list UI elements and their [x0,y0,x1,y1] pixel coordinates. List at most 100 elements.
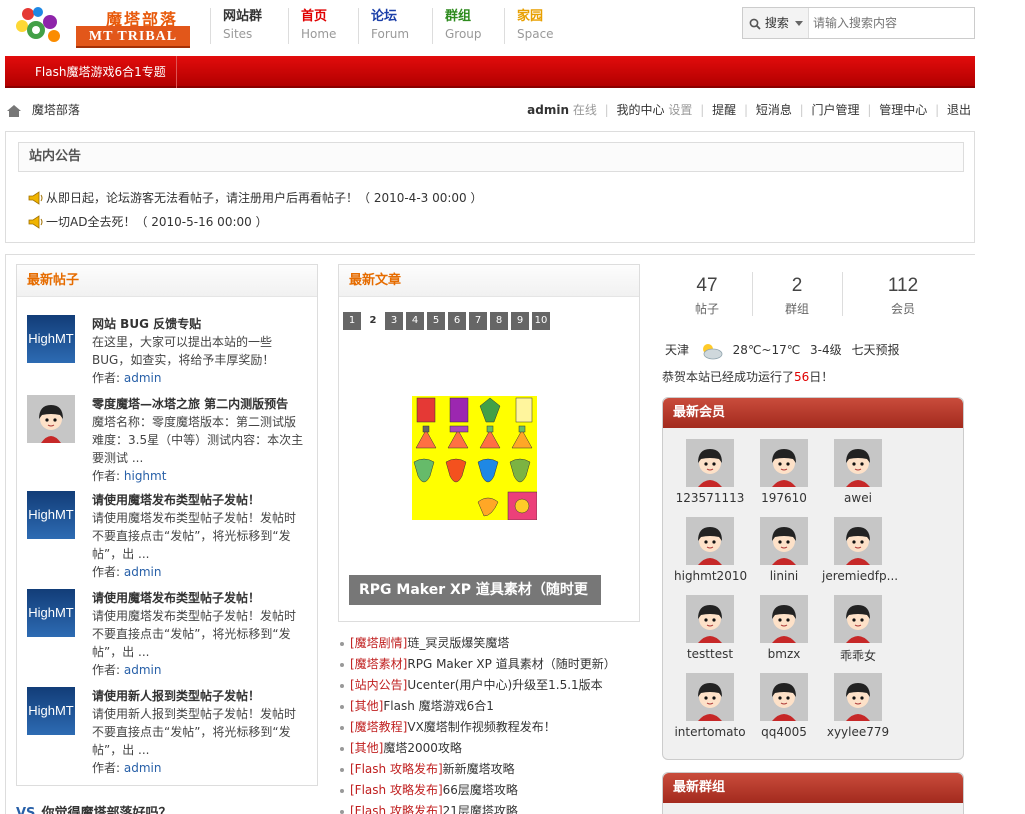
article-category[interactable]: [其他] [350,699,383,713]
member-item[interactable]: qq4005 [748,673,820,739]
article-category[interactable]: [Flash 攻略发布] [350,783,443,797]
member-item[interactable]: bmzx [748,595,820,661]
post-author-link[interactable]: admin [124,565,162,579]
girl-avatar-icon[interactable] [27,395,75,443]
article-category[interactable]: [魔塔素材] [350,657,407,671]
member-name[interactable]: linini [748,569,820,583]
member-name[interactable]: jeremiedfp... [822,569,898,583]
article-title[interactable]: 琏_冥灵版爆笑魔塔 [407,636,509,650]
article-category[interactable]: [魔塔教程] [350,720,407,734]
article-item[interactable]: [魔塔剧情]琏_冥灵版爆笑魔塔 [340,634,509,651]
post-avatar[interactable]: HighMT [27,589,75,637]
nav-forum[interactable]: 论坛 Forum [358,8,436,44]
post-avatar[interactable]: HighMT [27,491,75,539]
post-author-link[interactable]: admin [124,663,162,677]
article-item[interactable]: [魔塔教程]VX魔塔制作视频教程发布！ [340,718,556,735]
page-button[interactable]: 6 [448,312,466,330]
member-name[interactable]: xyylee779 [822,725,894,739]
member-name[interactable]: awei [822,491,894,505]
logout-link[interactable]: 退出 [947,100,971,120]
username-link[interactable]: admin [527,100,569,120]
article-title[interactable]: RPG Maker XP 道具素材（随时更新） [407,657,615,671]
article-title[interactable]: Ucenter(用户中心)升级至1.5.1版本 [407,678,602,692]
settings-link[interactable]: 设置 [668,100,692,120]
member-item[interactable]: linini [748,517,820,583]
article-item[interactable]: [站内公告]Ucenter(用户中心)升级至1.5.1版本 [340,676,603,693]
member-name[interactable]: qq4005 [748,725,820,739]
member-item[interactable]: 123571113 [674,439,746,505]
post-author-link[interactable]: highmt [124,469,167,483]
redbar-topic-link[interactable]: Flash魔塔游戏6合1专题 [25,56,177,88]
page-button[interactable]: 4 [406,312,424,330]
article-item[interactable]: [其他]Flash 魔塔游戏6合1 [340,697,494,714]
article-title[interactable]: VX魔塔制作视频教程发布！ [407,720,555,734]
post-author-link[interactable]: admin [124,761,162,775]
member-item[interactable]: 197610 [748,439,820,505]
search-type-dropdown[interactable]: 搜索 [743,8,809,38]
page-button[interactable]: 8 [490,312,508,330]
post-title[interactable]: 请使用新人报到类型帖子发帖！ [92,687,260,704]
article-item[interactable]: [其他]魔塔2000攻略 [340,739,462,756]
poll-title[interactable]: VS 你觉得魔塔部落好吗？ [16,802,171,814]
member-name[interactable]: testtest [674,647,746,661]
member-name[interactable]: 乖乖女 [822,647,894,664]
article-category[interactable]: [Flash 攻略发布] [350,804,443,814]
member-item[interactable]: xyylee779 [822,673,894,739]
member-item[interactable]: testtest [674,595,746,661]
announcement-item[interactable]: 从即日起，论坛游客无法看帖子，请注册用户后再看帖子！（ 2010-4-3 00:… [28,189,483,206]
article-category[interactable]: [Flash 攻略发布] [350,762,443,776]
member-avatar-icon[interactable] [760,439,808,487]
article-category[interactable]: [其他] [350,741,383,755]
post-title[interactable]: 请使用魔塔发布类型帖子发帖！ [92,589,260,606]
member-item[interactable]: intertomato [674,673,746,739]
nav-home[interactable]: 首页 Home [288,8,366,44]
member-avatar-icon[interactable] [834,439,882,487]
page-button[interactable]: 7 [469,312,487,330]
member-avatar-icon[interactable] [686,673,734,721]
nav-sites[interactable]: 网站群 Sites [210,8,288,44]
post-title[interactable]: 网站 BUG 反馈专贴 [92,315,201,332]
site-logo[interactable]: 魔塔部落 MT TRIBAL [14,6,194,48]
member-name[interactable]: 197610 [748,491,820,505]
portal-admin-link[interactable]: 门户管理 [812,100,860,120]
post-title[interactable]: 零度魔塔—冰塔之旅 第二内测版预告 [92,395,288,412]
member-avatar-icon[interactable] [760,595,808,643]
slideshow-caption[interactable]: RPG Maker XP 道具素材（随时更 [349,575,601,605]
member-avatar-icon[interactable] [686,517,734,565]
nav-group[interactable]: 群组 Group [432,8,510,44]
slideshow-image[interactable] [412,396,537,520]
article-item[interactable]: [Flash 攻略发布]66层魔塔攻略 [340,781,518,798]
home-icon[interactable] [6,104,22,118]
page-button[interactable]: 10 [532,312,550,330]
article-title[interactable]: 21层魔塔攻略 [443,804,518,814]
article-category[interactable]: [魔塔剧情] [350,636,407,650]
post-avatar[interactable]: HighMT [27,687,75,735]
article-title[interactable]: Flash 魔塔游戏6合1 [383,699,494,713]
breadcrumb-home-link[interactable]: 魔塔部落 [32,103,80,117]
member-avatar-icon[interactable] [686,595,734,643]
page-button[interactable]: 3 [385,312,403,330]
member-item[interactable]: awei [822,439,894,505]
article-item[interactable]: [魔塔素材]RPG Maker XP 道具素材（随时更新） [340,655,616,672]
messages-link[interactable]: 短消息 [756,100,792,120]
my-center-link[interactable]: 我的中心 [617,100,665,120]
page-button[interactable]: 9 [511,312,529,330]
member-avatar-icon[interactable] [834,517,882,565]
admin-center-link[interactable]: 管理中心 [879,100,927,120]
post-title[interactable]: 请使用魔塔发布类型帖子发帖！ [92,491,260,508]
article-title[interactable]: 新新魔塔攻略 [443,762,515,776]
weather-forecast-link[interactable]: 七天预报 [851,343,899,357]
article-item[interactable]: [Flash 攻略发布]新新魔塔攻略 [340,760,515,777]
page-button[interactable]: 5 [427,312,445,330]
article-title[interactable]: 魔塔2000攻略 [383,741,462,755]
search-input[interactable] [813,8,973,38]
member-avatar-icon[interactable] [834,595,882,643]
member-avatar-icon[interactable] [834,673,882,721]
post-avatar[interactable]: HighMT [27,315,75,363]
announcement-item[interactable]: 一切AD全去死！（ 2010-5-16 00:00 ） [28,213,268,230]
member-avatar-icon[interactable] [760,673,808,721]
nav-space[interactable]: 家园 Space [504,8,582,44]
member-item[interactable]: highmt2010 [674,517,747,583]
member-name[interactable]: 123571113 [674,491,746,505]
member-avatar-icon[interactable] [686,439,734,487]
